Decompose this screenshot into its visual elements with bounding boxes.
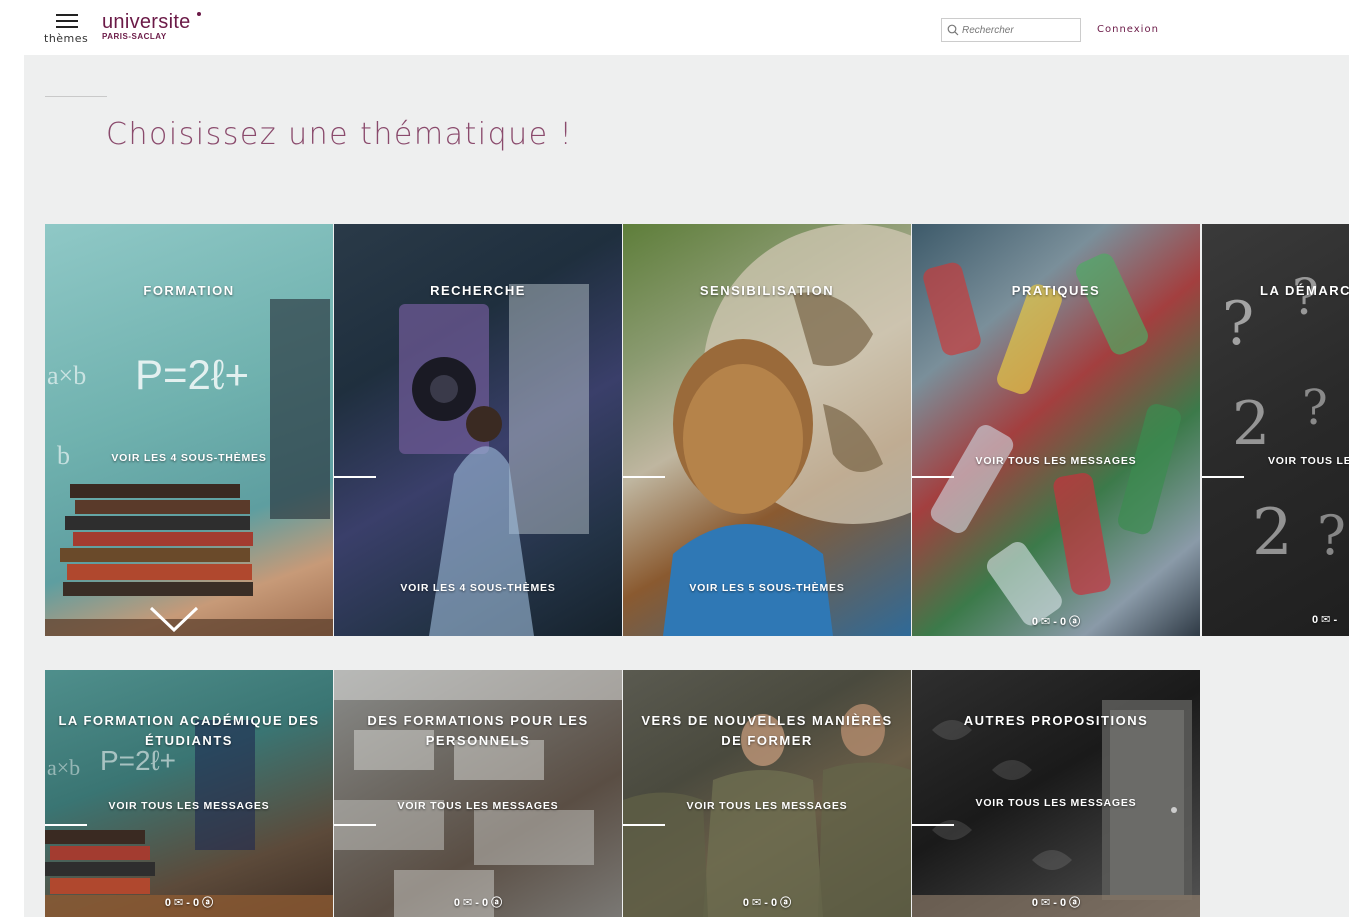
subtheme-link[interactable]: VOIR TOUS LES MESSAGES xyxy=(623,800,911,812)
themes-panel: Choisissez une thématique ! P=2ℓ+ a×b b … xyxy=(24,55,1349,917)
divider-line xyxy=(334,824,376,826)
title-divider xyxy=(45,96,107,97)
subtheme-tile-nouvelles-manieres[interactable]: VERS DE NOUVELLES MANIÈRES DE FORMER VOI… xyxy=(623,670,911,917)
theme-tile-pratiques[interactable]: PRATIQUES VOIR TOUS LES MESSAGES 0 ✉ - 0… xyxy=(912,224,1200,636)
svg-text:?: ? xyxy=(1222,289,1254,359)
svg-text:a×b: a×b xyxy=(47,361,86,390)
message-counts: 0 ✉ - xyxy=(1312,614,1338,626)
subtheme-link[interactable]: VOIR TOUS LES MESSAGES xyxy=(912,797,1200,809)
university-logo[interactable]: universite PARIS-SACLAY xyxy=(102,12,212,48)
subtheme-link[interactable]: VOIR TOUS LES MESSAGES xyxy=(334,800,622,812)
divider-line xyxy=(623,824,665,826)
svg-text:2: 2 xyxy=(1252,496,1293,570)
subtheme-title: AUTRES PROPOSITIONS xyxy=(963,713,1149,728)
divider-line xyxy=(1202,476,1244,478)
divider-line xyxy=(334,476,376,478)
svg-text:?: ? xyxy=(1302,380,1328,436)
theme-title: PRATIQUES xyxy=(1011,283,1101,298)
site-header: thèmes universite PARIS-SACLAY Connexion xyxy=(0,0,1364,55)
svg-text:?: ? xyxy=(1317,504,1346,567)
search-box xyxy=(941,18,1081,42)
hamburger-icon xyxy=(56,14,78,32)
theme-tile-recherche[interactable]: RECHERCHE VOIR LES 4 SOUS-THÈMES xyxy=(334,224,622,636)
menu-label: thèmes xyxy=(44,32,89,45)
door-image xyxy=(912,700,1200,917)
theme-link[interactable]: VOIR LES 4 SOUS-THÈMES xyxy=(45,452,333,464)
theme-tile-sensibilisation[interactable]: SENSIBILISATION VOIR LES 5 SOUS-THÈMES xyxy=(623,224,911,636)
themes-menu-button[interactable]: thèmes xyxy=(44,12,90,46)
soldiers-image xyxy=(623,704,911,917)
theme-link[interactable]: VOIR TOUS LES MESSAGES xyxy=(1268,455,1349,467)
logo-dot xyxy=(197,12,201,16)
subtheme-title: LA FORMATION ACADÉMIQUE DES ÉTUDIANTS xyxy=(58,713,320,748)
page-title: Choisissez une thématique ! xyxy=(106,117,574,152)
message-counts: 0 ✉ - 0 ⓐ xyxy=(1031,897,1081,909)
chalkboard-image: P=2ℓ+ a×b xyxy=(45,720,333,917)
message-counts: 0 ✉ - 0 ⓐ xyxy=(742,897,792,909)
svg-text:2: 2 xyxy=(1232,389,1270,459)
divider-line xyxy=(623,476,665,478)
subtheme-tile-autres-propositions[interactable]: AUTRES PROPOSITIONS VOIR TOUS LES MESSAG… xyxy=(912,670,1200,917)
theme-link[interactable]: VOIR LES 5 SOUS-THÈMES xyxy=(623,582,911,594)
search-icon[interactable] xyxy=(947,24,959,36)
logo-wordmark: universite xyxy=(102,11,191,33)
subtheme-title: VERS DE NOUVELLES MANIÈRES DE FORMER xyxy=(641,713,893,748)
logo-subtitle: PARIS-SACLAY xyxy=(102,32,167,41)
subtheme-link[interactable]: VOIR TOUS LES MESSAGES xyxy=(45,800,333,812)
theme-title: SENSIBILISATION xyxy=(699,283,835,298)
divider-line xyxy=(912,824,954,826)
theme-link[interactable]: VOIR LES 4 SOUS-THÈMES xyxy=(334,582,622,594)
divider-line xyxy=(45,824,87,826)
theme-tile-demarche[interactable]: ? ? 2 ? 2 ? LA DÉMARCHE VOIR TOUS LES ME… xyxy=(1202,224,1349,636)
search-input[interactable] xyxy=(962,22,1077,38)
login-link[interactable]: Connexion xyxy=(1097,24,1159,35)
theme-tile-formation[interactable]: P=2ℓ+ a×b b FORMATION VOIR LES 4 SOUS-TH… xyxy=(45,224,333,636)
svg-text:P=2ℓ+: P=2ℓ+ xyxy=(135,351,249,398)
theme-title: LA DÉMARCHE xyxy=(1260,283,1349,298)
message-counts: 0 ✉ - 0 ⓐ xyxy=(1031,616,1081,628)
subtheme-title: DES FORMATIONS POUR LES PERSONNELS xyxy=(367,713,589,748)
svg-text:a×b: a×b xyxy=(47,755,80,780)
theme-link[interactable]: VOIR TOUS LES MESSAGES xyxy=(912,455,1200,467)
chevron-down-icon[interactable] xyxy=(149,606,199,632)
subtheme-tile-formation-academique[interactable]: P=2ℓ+ a×b LA FORMATION ACADÉMIQUE DES ÉT… xyxy=(45,670,333,917)
message-counts: 0 ✉ - 0 ⓐ xyxy=(453,897,503,909)
divider-line xyxy=(912,476,954,478)
message-counts: 0 ✉ - 0 ⓐ xyxy=(164,897,214,909)
theme-title: RECHERCHE xyxy=(430,283,526,298)
office-image xyxy=(334,670,622,917)
subtheme-tile-formations-personnels[interactable]: DES FORMATIONS POUR LES PERSONNELS VOIR … xyxy=(334,670,622,917)
theme-title: FORMATION xyxy=(143,283,235,298)
